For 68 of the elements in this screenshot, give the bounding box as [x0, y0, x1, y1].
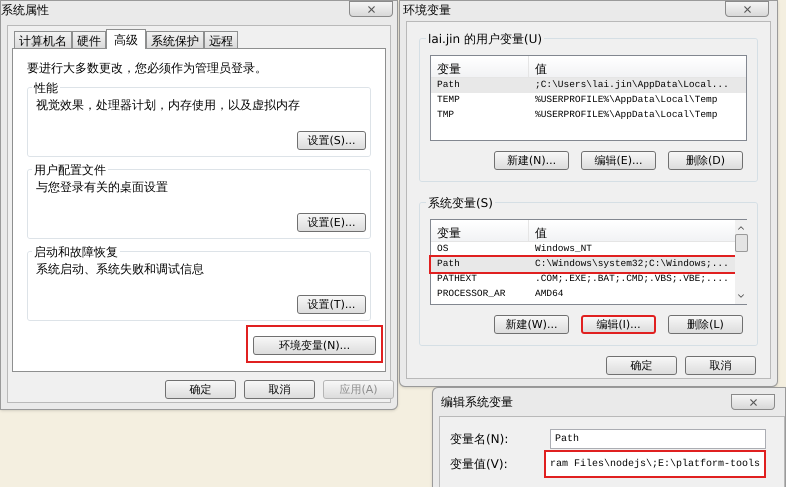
column-header[interactable]: 变量 — [431, 220, 529, 241]
variable-name: OS — [436, 242, 450, 256]
variable-value: C:\Windows\system32;C:\Windows;... — [534, 257, 730, 272]
variable-name: Path — [436, 257, 461, 272]
variable-button[interactable]: 删除(D) — [668, 151, 743, 170]
column-header[interactable]: 值 — [529, 220, 735, 241]
close-button[interactable] — [731, 394, 775, 410]
variable-button[interactable]: 删除(L) — [668, 315, 743, 334]
tab[interactable]: 系统保护 — [146, 31, 204, 48]
scroll-thumb[interactable] — [734, 234, 748, 252]
variable-button[interactable]: 新建(N)... — [494, 151, 569, 170]
window-title: 环境变量 — [402, 2, 451, 19]
variable-value: AMD64 — [534, 287, 565, 302]
field-label: 变量值(V): — [450, 456, 509, 473]
group-title: 系统变量(S) — [426, 194, 495, 212]
variable-button[interactable]: 编辑(E)... — [581, 151, 656, 170]
table-row[interactable]: PATHEXT .COM;.EXE;.BAT;.CMD;.VBS;.VBE;.... — [431, 272, 735, 287]
settings-button[interactable]: 设置(E)... — [297, 213, 366, 232]
table-row[interactable]: TEMP %USERPROFILE%\AppData\Local\Temp — [431, 93, 746, 108]
text-field[interactable]: Path — [550, 429, 766, 449]
variable-name: TEMP — [436, 93, 461, 108]
variable-name: TMP — [436, 108, 456, 122]
variable-value: .COM;.EXE;.BAT;.CMD;.VBS;.VBE;.... — [534, 272, 730, 286]
text-field[interactable]: ram Files\nodejs\;E:\platform-tools — [544, 450, 766, 478]
close-button[interactable] — [349, 1, 393, 17]
variable-name: PATHEXT — [436, 272, 478, 286]
window-title: 编辑系统变量 — [440, 394, 513, 411]
variable-button[interactable]: 新建(W)... — [494, 315, 569, 334]
column-header[interactable]: 变量 — [431, 56, 529, 77]
scrollbar[interactable] — [734, 220, 748, 304]
close-icon — [366, 4, 376, 14]
variable-value: ;C:\Users\lai.jin\AppData\Local... — [534, 78, 730, 92]
tab[interactable]: 远程 — [204, 31, 238, 48]
table-row[interactable]: TMP %USERPROFILE%\AppData\Local\Temp — [431, 108, 746, 123]
group-title: 用户配置文件 — [32, 161, 108, 179]
group-title: 性能 — [32, 79, 60, 97]
environment-variables-button[interactable]: 环境变量(N)... — [253, 336, 376, 355]
table-row[interactable]: Path ;C:\Users\lai.jin\AppData\Local... — [431, 78, 746, 93]
close-icon — [748, 396, 758, 408]
table-row[interactable]: PROCESSOR_AR AMD64 — [431, 287, 735, 302]
column-header[interactable]: 值 — [529, 56, 746, 77]
dialog-button[interactable]: 取消 — [244, 380, 315, 399]
variable-value: Windows_NT — [534, 242, 594, 256]
table-row[interactable]: Path C:\Windows\system32;C:\Windows;... — [431, 257, 735, 272]
dialog-button[interactable]: 确定 — [165, 380, 236, 399]
variable-value: %USERPROFILE%\AppData\Local\Temp — [534, 93, 718, 108]
table-row[interactable]: OS Windows_NT — [431, 242, 735, 257]
variable-button[interactable]: 编辑(I)... — [581, 315, 656, 334]
group-description: 视觉效果，处理器计划，内存使用，以及虚拟内存 — [36, 97, 301, 114]
notice-text: 要进行大多数更改，您必须作为管理员登录。 — [27, 60, 268, 77]
close-button[interactable] — [725, 1, 769, 17]
tab[interactable]: 硬件 — [72, 31, 106, 48]
variable-value: %USERPROFILE%\AppData\Local\Temp — [534, 108, 718, 122]
window-title: 系统属性 — [1, 2, 49, 19]
dialog-button[interactable]: 确定 — [606, 356, 677, 375]
settings-button[interactable]: 设置(T)... — [297, 295, 366, 314]
variable-name: PROCESSOR_AR — [436, 287, 506, 302]
tab[interactable]: 计算机名 — [14, 31, 72, 48]
close-icon — [742, 4, 752, 14]
variable-name: Path — [436, 78, 461, 92]
settings-button[interactable]: 设置(S)... — [297, 131, 366, 150]
group-description: 系统启动、系统失败和调试信息 — [36, 261, 205, 278]
tab[interactable]: 高级 — [106, 29, 146, 49]
dialog-button[interactable]: 取消 — [685, 356, 756, 375]
group-title: 启动和故障恢复 — [32, 243, 120, 261]
group-title: lai.jin 的用户变量(U) — [426, 30, 544, 48]
group-description: 与您登录有关的桌面设置 — [36, 179, 169, 196]
field-label: 变量名(N): — [450, 431, 510, 448]
